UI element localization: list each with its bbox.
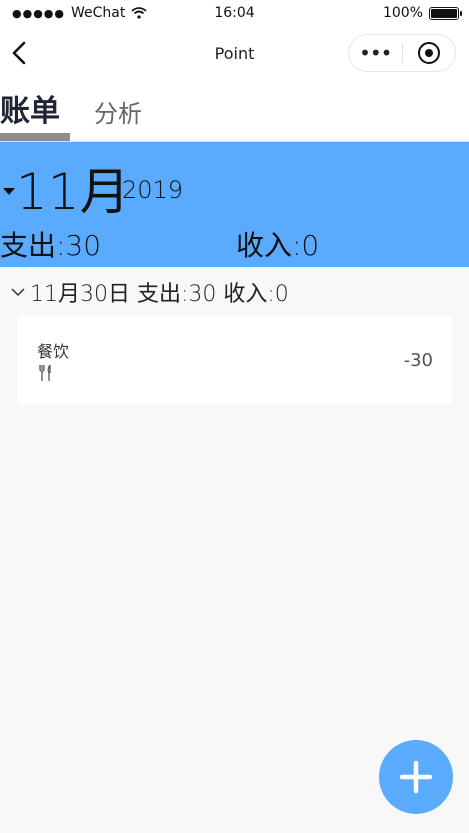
target-icon	[417, 42, 440, 64]
record-amount: -30	[403, 350, 433, 371]
tab-bar: 账单 分析	[0, 78, 469, 142]
add-record-button[interactable]	[379, 740, 453, 814]
tab-active-indicator	[0, 133, 70, 141]
income-total: 收入:0	[236, 229, 320, 262]
month-selector[interactable]: 11月	[16, 152, 130, 224]
more-icon[interactable]: •••	[349, 34, 402, 72]
day-group-label: 11月30日 支出:30 收入:0	[30, 282, 289, 307]
chevron-down-icon	[11, 288, 25, 297]
day-group-header[interactable]: 11月30日 支出:30 收入:0	[10, 276, 289, 308]
month-summary-panel: 11月 2019 支出:30 收入:0	[0, 142, 469, 267]
year-label: 2019	[122, 176, 184, 204]
menu-capsule: •••	[348, 34, 456, 72]
month-dropdown-icon[interactable]	[3, 188, 15, 195]
fork-knife-icon	[39, 364, 51, 381]
status-right: 100%	[382, 5, 462, 21]
record-item[interactable]: 餐饮 -30	[18, 316, 452, 404]
expense-total: 支出:30	[0, 229, 102, 262]
nav-bar: Point •••	[0, 28, 469, 78]
record-category: 餐饮	[37, 342, 70, 361]
plus-icon	[399, 760, 433, 794]
tab-bill[interactable]: 账单	[0, 86, 60, 130]
close-miniprogram-button[interactable]	[402, 42, 455, 64]
battery-percent: 100%	[382, 5, 423, 21]
battery-icon	[429, 6, 462, 20]
tab-analysis[interactable]: 分析	[94, 94, 142, 129]
status-bar: ●●●●● WeChat 16:04 100%	[0, 0, 469, 28]
